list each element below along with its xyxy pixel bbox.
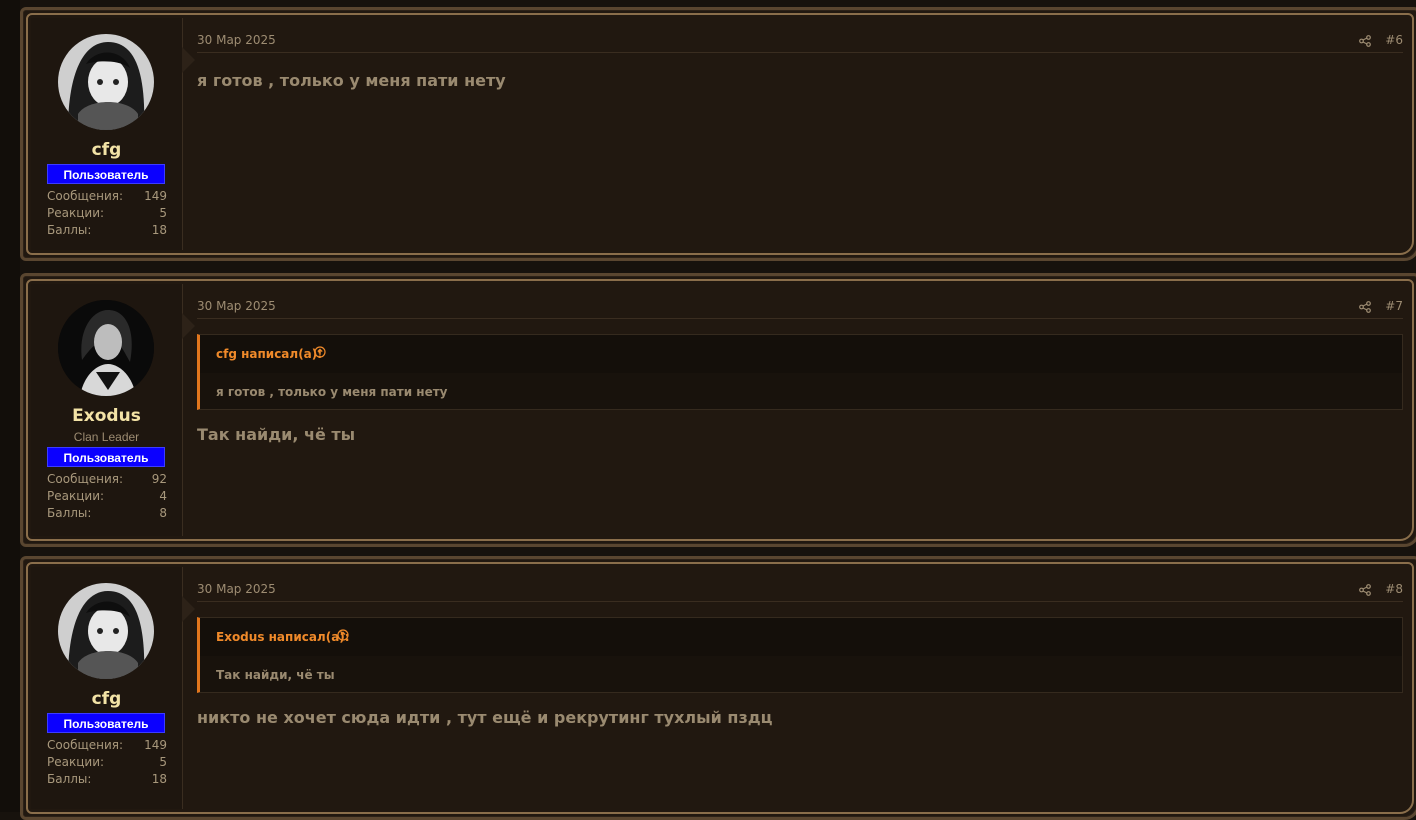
stat-reactions: Реакции: 5 [47,206,167,221]
stat-label: Баллы: [47,772,92,786]
stat-reactions: Реакции: 4 [47,489,167,504]
share-icon[interactable] [1359,301,1371,313]
message-user-cell: cfg Пользователь Сообщения: 149 Реакции:… [31,18,183,250]
stat-label: Реакции: [47,755,105,769]
quote-header: Exodus написал(а): [200,618,1402,656]
quote-block: Exodus написал(а): Так найди, чё ты [197,617,1403,693]
user-banner: Пользователь [47,164,165,184]
message-post: Exodus Clan Leader Пользователь Сообщени… [20,273,1416,547]
user-banner: Пользователь [47,713,165,733]
post-header-divider [197,52,1403,53]
stat-messages: Сообщения: 92 [47,472,167,487]
quote-author[interactable]: Exodus написал(а): [216,630,350,644]
avatar[interactable] [58,583,154,679]
stat-value: 18 [151,772,167,786]
quote-author[interactable]: cfg написал(а): [216,347,322,361]
message-user-cell: cfg Пользователь Сообщения: 149 Реакции:… [31,567,183,809]
avatar[interactable] [58,34,154,130]
stat-value: 149 [144,738,167,752]
quote-text: Так найди, чё ты [216,668,335,682]
post-header-divider [197,318,1403,319]
stat-value: 5 [159,755,167,769]
stat-value: 4 [159,489,167,503]
post-body: я готов , только у меня пати нету [197,71,506,90]
stat-value: 5 [159,206,167,220]
user-banner: Пользователь [47,447,165,467]
user-arrow [182,596,195,622]
user-arrow [182,313,195,339]
stat-value: 8 [159,506,167,520]
avatar[interactable] [58,300,154,396]
user-title: Clan Leader [73,430,140,444]
stat-label: Сообщения: [47,189,124,203]
username[interactable]: cfg [31,140,182,160]
stat-label: Реакции: [47,489,105,503]
post-date[interactable]: 30 Мар 2025 [197,299,276,313]
stat-messages: Сообщения: 149 [47,189,167,204]
quote-text: я готов , только у меня пати нету [216,385,448,399]
post-number[interactable]: #8 [1385,582,1403,596]
stat-label: Баллы: [47,506,92,520]
page-gutter [0,0,20,812]
stat-label: Сообщения: [47,738,124,752]
stat-value: 149 [144,189,167,203]
message-post: cfg Пользователь Сообщения: 149 Реакции:… [20,556,1416,820]
username[interactable]: cfg [31,689,182,709]
stat-reactions: Реакции: 5 [47,755,167,770]
stat-label: Сообщения: [47,472,124,486]
quote-jump-icon[interactable] [337,629,349,641]
message-user-cell: Exodus Clan Leader Пользователь Сообщени… [31,284,183,536]
post-date[interactable]: 30 Мар 2025 [197,582,276,596]
quote-block: cfg написал(а): я готов , только у меня … [197,334,1403,410]
stat-value: 92 [151,472,167,486]
stat-messages: Сообщения: 149 [47,738,167,753]
username[interactable]: Exodus [31,406,182,426]
post-body: Так найди, чё ты [197,425,356,444]
share-icon[interactable] [1359,35,1371,47]
stat-points: Баллы: 18 [47,223,167,238]
post-number[interactable]: #6 [1385,33,1403,47]
stat-points: Баллы: 18 [47,772,167,787]
stat-label: Баллы: [47,223,92,237]
quote-header: cfg написал(а): [200,335,1402,373]
stat-value: 18 [151,223,167,237]
quote-jump-icon[interactable] [314,346,326,358]
message-post: cfg Пользователь Сообщения: 149 Реакции:… [20,7,1416,261]
user-arrow [182,47,195,73]
post-number[interactable]: #7 [1385,299,1403,313]
post-header-divider [197,601,1403,602]
post-date[interactable]: 30 Мар 2025 [197,33,276,47]
post-body: никто не хочет сюда идти , тут ещё и рек… [197,708,773,727]
stat-label: Реакции: [47,206,105,220]
share-icon[interactable] [1359,584,1371,596]
stat-points: Баллы: 8 [47,506,167,521]
